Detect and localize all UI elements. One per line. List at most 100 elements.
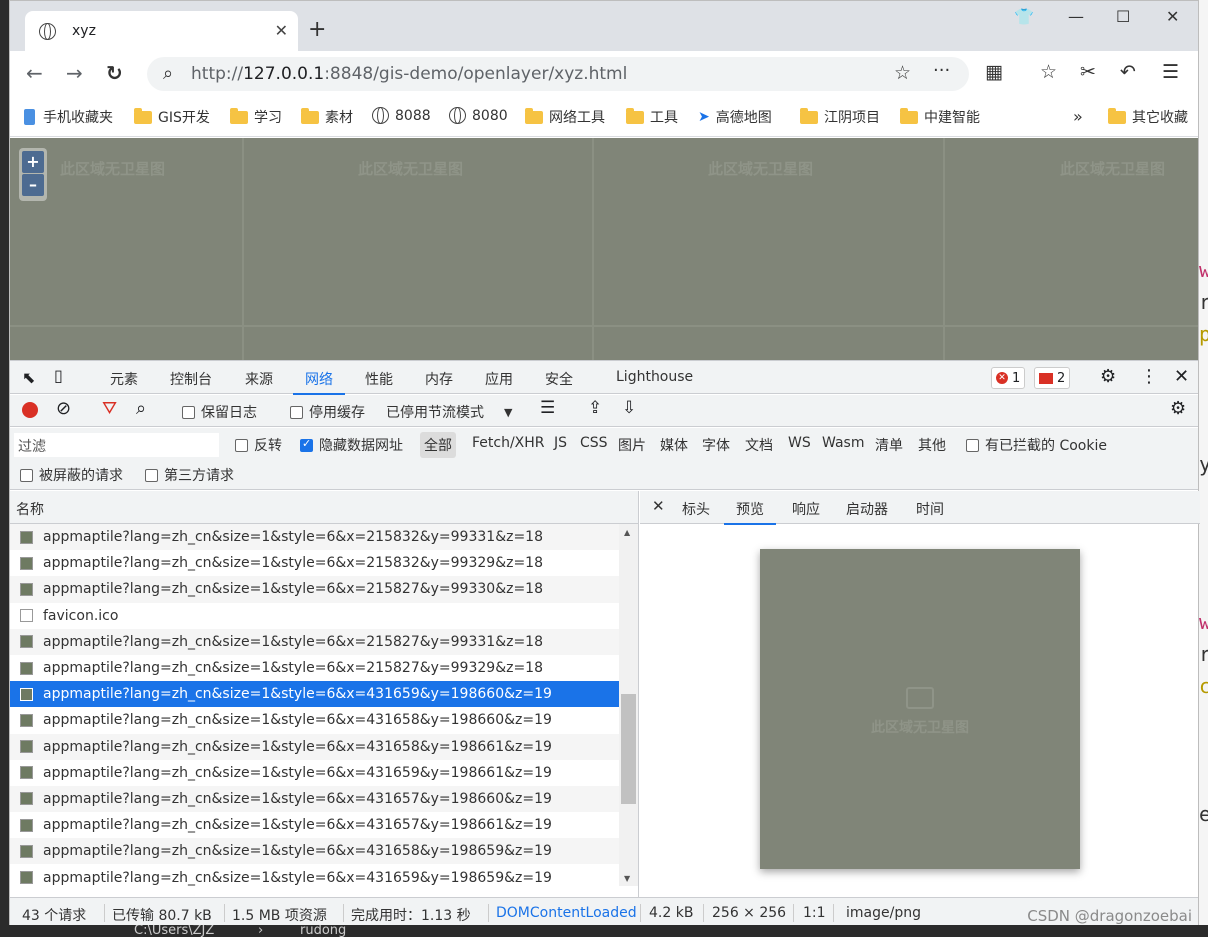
table-row[interactable]: appmaptile?lang=zh_cn&size=1&style=6&x=4…: [10, 707, 619, 733]
settings-gear-icon[interactable]: ⚙: [1100, 366, 1116, 387]
table-row[interactable]: appmaptile?lang=zh_cn&size=1&style=6&x=2…: [10, 524, 619, 551]
tab-initiator[interactable]: 启动器: [846, 499, 888, 519]
filter-type-wasm[interactable]: Wasm: [822, 435, 864, 451]
import-har-icon[interactable]: ⇪: [588, 398, 602, 418]
bookmark-gis[interactable]: GIS开发: [134, 107, 210, 127]
zoom-out-button[interactable]: –: [22, 174, 44, 196]
export-har-icon[interactable]: ⇩: [622, 398, 636, 418]
bookmark-amap[interactable]: ➤ 高德地图: [698, 107, 772, 127]
forward-arrow-icon[interactable]: →: [66, 61, 83, 85]
tab-performance[interactable]: 性能: [365, 369, 393, 389]
tab-elements[interactable]: 元素: [110, 369, 138, 389]
table-row[interactable]: appmaptile?lang=zh_cn&size=1&style=6&x=2…: [10, 628, 619, 655]
more-vertical-icon[interactable]: ⋮: [1140, 366, 1158, 387]
bookmark-study[interactable]: 学习: [230, 107, 282, 127]
tab-preview[interactable]: 预览: [724, 499, 776, 525]
invert-checkbox[interactable]: 反转: [235, 435, 282, 455]
url-text[interactable]: http://127.0.0.1:8848/gis-demo/openlayer…: [191, 64, 627, 84]
bookmark-mobile[interactable]: 手机收藏夹: [24, 107, 113, 127]
tab-security[interactable]: 安全: [545, 369, 573, 389]
error-count-badge[interactable]: ✕ 1: [991, 367, 1026, 389]
blocked-requests-checkbox[interactable]: 被屏蔽的请求: [20, 465, 123, 485]
close-devtools-icon[interactable]: ✕: [1174, 366, 1189, 387]
filter-type-font[interactable]: 字体: [702, 435, 730, 455]
bookmark-tools[interactable]: 工具: [626, 107, 678, 127]
table-row[interactable]: appmaptile?lang=zh_cn&size=1&style=6&x=4…: [10, 812, 619, 838]
column-header-name[interactable]: 名称: [10, 491, 638, 524]
scroll-up-icon[interactable]: ▲: [624, 528, 630, 537]
minimize-icon[interactable]: —: [1068, 7, 1084, 26]
filter-type-ws[interactable]: WS: [788, 435, 811, 451]
bookmark-assets[interactable]: 素材: [301, 107, 353, 127]
scissors-icon[interactable]: ✂: [1080, 61, 1096, 83]
network-conditions-icon[interactable]: ☰: [540, 398, 555, 418]
preserve-log-checkbox[interactable]: 保留日志: [182, 402, 257, 422]
bookmark-jiangyin[interactable]: 江阴项目: [800, 107, 880, 127]
inspect-icon[interactable]: ⬉: [22, 368, 35, 387]
tab-xyz[interactable]: xyz ✕: [25, 11, 298, 51]
bookmark-8080[interactable]: 8080: [449, 107, 508, 124]
clear-icon[interactable]: ⊘: [56, 398, 71, 419]
address-bar[interactable]: ⌕ http://127.0.0.1:8848/gis-demo/openlay…: [147, 57, 969, 91]
table-row[interactable]: appmaptile?lang=zh_cn&size=1&style=6&x=4…: [10, 681, 619, 708]
apps-grid-icon[interactable]: ▦: [985, 61, 1003, 83]
tab-response[interactable]: 响应: [792, 499, 820, 519]
filter-input[interactable]: 过滤: [14, 433, 219, 457]
filter-type-doc[interactable]: 文档: [745, 435, 773, 455]
record-icon[interactable]: [22, 402, 38, 418]
map-canvas[interactable]: 此区域无卫星图 此区域无卫星图 此区域无卫星图 此区域无卫星图 + –: [10, 138, 1198, 360]
tab-headers[interactable]: 标头: [682, 499, 710, 519]
scroll-thumb[interactable]: [621, 694, 636, 804]
filter-type-img[interactable]: 图片: [618, 435, 646, 455]
table-row[interactable]: appmaptile?lang=zh_cn&size=1&style=6&x=2…: [10, 550, 619, 576]
filter-type-manifest[interactable]: 清单: [875, 435, 903, 455]
table-row[interactable]: appmaptile?lang=zh_cn&size=1&style=6&x=4…: [10, 838, 619, 865]
bookmark-nettools[interactable]: 网络工具: [525, 107, 605, 127]
network-settings-gear-icon[interactable]: ⚙: [1170, 398, 1186, 419]
tab-application[interactable]: 应用: [485, 369, 513, 389]
tab-lighthouse[interactable]: Lighthouse: [616, 369, 693, 385]
favorites-icon[interactable]: ☆: [1040, 61, 1057, 83]
scrollbar[interactable]: ▲ ▼: [619, 524, 638, 886]
menu-icon[interactable]: ☰: [1162, 61, 1179, 83]
bookmark-8088[interactable]: 8088: [372, 107, 431, 124]
table-row[interactable]: appmaptile?lang=zh_cn&size=1&style=6&x=2…: [10, 576, 619, 603]
throttling-select[interactable]: 已停用节流模式 ▼: [386, 402, 512, 422]
more-dots-icon[interactable]: ···: [933, 60, 950, 81]
third-party-checkbox[interactable]: 第三方请求: [145, 465, 234, 485]
tab-memory[interactable]: 内存: [425, 369, 453, 389]
search-icon[interactable]: ⌕: [136, 398, 146, 419]
filter-type-css[interactable]: CSS: [580, 435, 608, 451]
close-detail-icon[interactable]: ✕: [652, 497, 665, 515]
star-icon[interactable]: ☆: [894, 62, 911, 84]
blocked-cookies-checkbox[interactable]: 有已拦截的 Cookie: [966, 435, 1107, 455]
tab-network[interactable]: 网络: [293, 369, 345, 395]
reload-icon[interactable]: ↻: [106, 61, 123, 85]
filter-type-js[interactable]: JS: [554, 435, 567, 451]
shirt-icon[interactable]: 👕: [1014, 7, 1034, 26]
zoom-in-button[interactable]: +: [22, 151, 44, 173]
close-window-icon[interactable]: ✕: [1166, 7, 1179, 26]
tab-timing[interactable]: 时间: [916, 499, 944, 519]
tab-console[interactable]: 控制台: [170, 369, 212, 389]
filter-type-all[interactable]: 全部: [420, 432, 456, 458]
back-arrow-icon[interactable]: ←: [26, 61, 43, 85]
table-row[interactable]: appmaptile?lang=zh_cn&size=1&style=6&x=2…: [10, 655, 619, 681]
undo-icon[interactable]: ↶: [1120, 61, 1136, 83]
tab-sources[interactable]: 来源: [245, 369, 273, 389]
filter-type-other[interactable]: 其他: [918, 435, 946, 455]
filter-type-xhr[interactable]: Fetch/XHR: [472, 435, 545, 451]
new-tab-icon[interactable]: +: [308, 17, 326, 42]
device-toggle-icon[interactable]: ▯: [54, 366, 63, 385]
table-row[interactable]: appmaptile?lang=zh_cn&size=1&style=6&x=4…: [10, 864, 619, 886]
filter-type-media[interactable]: 媒体: [660, 435, 688, 455]
message-count-badge[interactable]: 2: [1034, 367, 1071, 389]
table-row[interactable]: appmaptile?lang=zh_cn&size=1&style=6&x=4…: [10, 760, 619, 786]
table-row[interactable]: appmaptile?lang=zh_cn&size=1&style=6&x=4…: [10, 785, 619, 813]
table-row[interactable]: appmaptile?lang=zh_cn&size=1&style=6&x=4…: [10, 733, 619, 760]
close-tab-icon[interactable]: ✕: [275, 21, 288, 40]
table-row[interactable]: favicon.ico: [10, 603, 619, 629]
disable-cache-checkbox[interactable]: 停用缓存: [290, 402, 365, 422]
filter-funnel-icon[interactable]: ⛛: [102, 398, 117, 419]
hide-data-urls-checkbox[interactable]: 隐藏数据网址: [300, 435, 403, 455]
